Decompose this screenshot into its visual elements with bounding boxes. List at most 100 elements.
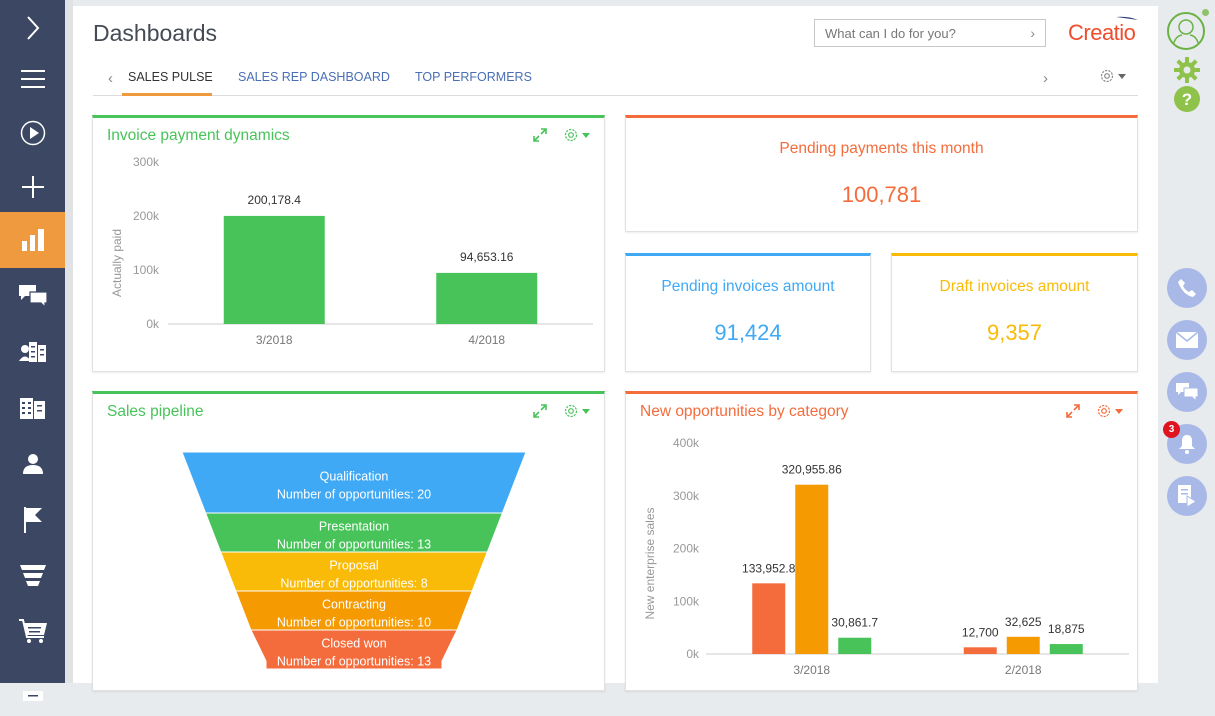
- opportunities-bar-chart: 0k 100k 200k 300k 400k New enterprise sales 13…: [643, 436, 1129, 677]
- widget-title: Sales pipeline: [107, 403, 204, 420]
- widget-title: Invoice payment dynamics: [107, 127, 290, 144]
- x-tick-label: 2/2018: [1005, 663, 1042, 677]
- person-icon: [22, 454, 43, 474]
- expand-icon: [1066, 404, 1080, 418]
- gear-icon: [1097, 404, 1111, 418]
- widget-pending-invoices: Pending invoices amount 91,424: [625, 253, 871, 372]
- logo-text: Creatio: [1068, 20, 1136, 45]
- help-button[interactable]: ?: [1174, 86, 1200, 117]
- y-tick-label: 100k: [673, 594, 700, 608]
- y-axis-label: Actually paid: [110, 229, 124, 297]
- bar-value-label: 30,861.7: [831, 616, 878, 630]
- funnel-stage-count: Number of opportunities: 13: [277, 655, 431, 669]
- sidebar-item-documents[interactable]: [0, 660, 65, 716]
- notifications-count-badge: 3: [1163, 421, 1180, 438]
- sidebar-item-opportunities[interactable]: [0, 548, 65, 604]
- chevron-right-icon[interactable]: ›: [1030, 25, 1035, 41]
- dashboard-settings-button[interactable]: [1099, 68, 1126, 84]
- widget-settings-button[interactable]: [1096, 403, 1123, 419]
- tab-sales-pulse[interactable]: SALES PULSE: [128, 70, 213, 84]
- bar[interactable]: [223, 215, 325, 324]
- document-icon: [22, 691, 43, 701]
- sidebar-item-processes[interactable]: [0, 105, 65, 161]
- tabs-prev-button[interactable]: ‹: [108, 70, 113, 87]
- command-line-input[interactable]: [825, 25, 1015, 41]
- sidebar-item-contacts[interactable]: [0, 324, 65, 380]
- sidebar-expand-button[interactable]: [0, 0, 65, 56]
- user-avatar[interactable]: [1167, 12, 1205, 50]
- funnel-stage-count: Number of opportunities: 10: [277, 616, 431, 630]
- play-circle-icon: [20, 120, 45, 146]
- funnel-stage-label: Closed won: [321, 637, 386, 651]
- command-line[interactable]: ›: [814, 19, 1046, 47]
- main-content: Dashboards › Creatio ‹ SALES PULSE SALES…: [73, 6, 1158, 691]
- sidebar-item-accounts[interactable]: [0, 380, 65, 436]
- tabs-next-button[interactable]: ›: [1043, 70, 1048, 87]
- tab-top-performers[interactable]: TOP PERFORMERS: [415, 70, 532, 84]
- svg-text:?: ?: [1182, 90, 1192, 109]
- logo-swoosh-icon: [1116, 16, 1138, 20]
- funnel-stage-label: Proposal: [329, 559, 378, 573]
- sidebar-item-users[interactable]: [0, 436, 65, 492]
- email-icon: [1176, 332, 1198, 348]
- expand-icon: [533, 128, 547, 142]
- widget-new-opportunities: New opportunities by category 0k 100k 200k…: [625, 391, 1138, 691]
- phone-button[interactable]: [1167, 268, 1207, 308]
- funnel-stage-count: Number of opportunities: 8: [280, 577, 427, 591]
- caret-down-icon: [582, 132, 590, 138]
- maximize-button[interactable]: [533, 128, 547, 142]
- email-button[interactable]: [1167, 320, 1207, 360]
- bar[interactable]: [1006, 636, 1040, 654]
- caret-down-icon: [1115, 408, 1123, 414]
- sidebar-item-dashboards[interactable]: [0, 212, 65, 268]
- dashboard-tabs: ‹ SALES PULSE SALES REP DASHBOARD TOP PE…: [93, 62, 1138, 96]
- funnel-stage-label: Qualification: [320, 470, 389, 484]
- bar[interactable]: [795, 484, 829, 654]
- tab-sales-rep-dashboard[interactable]: SALES REP DASHBOARD: [238, 70, 390, 84]
- bar[interactable]: [963, 647, 997, 654]
- funnel-stage-label: Presentation: [319, 520, 389, 534]
- y-tick-label: 300k: [133, 155, 160, 169]
- buildings-icon: [19, 398, 45, 419]
- y-tick-label: 200k: [133, 209, 160, 223]
- widget-settings-button[interactable]: [563, 403, 590, 419]
- phone-icon: [1178, 279, 1196, 297]
- bar[interactable]: [1049, 644, 1083, 654]
- chevron-right-icon: [26, 16, 39, 40]
- expand-icon: [533, 404, 547, 418]
- bar-value-label: 32,625: [1005, 615, 1042, 629]
- y-tick-label: 300k: [673, 489, 700, 503]
- widget-draft-invoices: Draft invoices amount 9,357: [891, 253, 1138, 372]
- widget-settings-button[interactable]: [563, 127, 590, 143]
- maximize-button[interactable]: [533, 404, 547, 418]
- kpi-value: 9,357: [986, 320, 1043, 345]
- process-button[interactable]: [1167, 476, 1207, 516]
- funnel-stage-label: Contracting: [322, 598, 386, 612]
- sidebar-item-add[interactable]: [0, 159, 65, 215]
- gear-icon: [1174, 57, 1200, 83]
- chat-icon: [1176, 383, 1198, 401]
- kpi-title: Draft invoices amount: [939, 278, 1090, 295]
- user-silhouette-icon: [1172, 19, 1200, 47]
- bar-value-label: 200,178.4: [248, 193, 302, 207]
- bar[interactable]: [436, 272, 538, 324]
- system-settings-button[interactable]: [1174, 57, 1200, 88]
- chat-button[interactable]: [1167, 372, 1207, 412]
- gear-icon: [564, 128, 578, 142]
- bar[interactable]: [838, 637, 872, 654]
- sidebar-item-feed[interactable]: [0, 268, 65, 324]
- funnel-stage-count: Number of opportunities: 13: [277, 538, 431, 552]
- online-status-dot: [1202, 9, 1209, 16]
- maximize-button[interactable]: [1066, 404, 1080, 418]
- sidebar-menu-button[interactable]: [0, 51, 65, 107]
- flag-icon: [23, 507, 42, 533]
- y-tick-label: 0k: [686, 647, 700, 661]
- widget-sales-pipeline: Sales pipeline Qualification Number of op…: [92, 391, 605, 691]
- sidebar-item-orders[interactable]: [0, 604, 65, 660]
- gear-icon: [564, 404, 578, 418]
- bar[interactable]: [752, 583, 786, 654]
- caret-down-icon: [1118, 73, 1126, 79]
- active-tab-indicator: [122, 93, 212, 96]
- plus-icon: [21, 176, 44, 198]
- sidebar-item-leads[interactable]: [0, 492, 65, 548]
